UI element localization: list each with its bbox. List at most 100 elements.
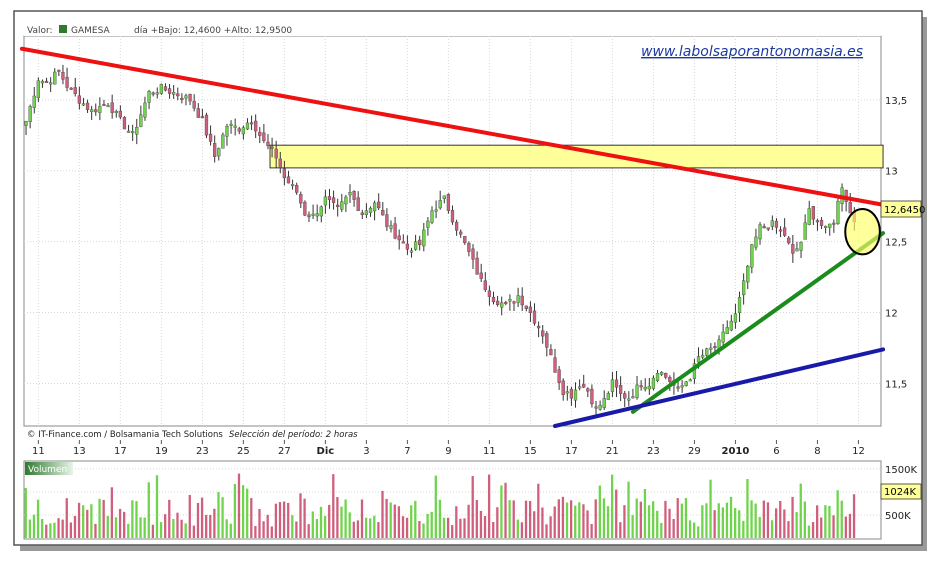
volume-bar bbox=[709, 479, 712, 538]
price-panel: 13,5 13 12,5 12 11,5 12,6450 Valor: GAMESA d… bbox=[19, 22, 925, 440]
volume-tick-label: 500K bbox=[885, 511, 911, 522]
volume-bar bbox=[200, 497, 204, 538]
volume-bar bbox=[451, 525, 454, 538]
header-stats: día +Bajo: 12,4600 +Alto: 12,9500 bbox=[134, 26, 292, 36]
header-valor-label: Valor: bbox=[27, 26, 53, 36]
candle-body bbox=[635, 384, 639, 398]
candle-body bbox=[774, 220, 779, 228]
volume-bar bbox=[590, 523, 593, 538]
volume-bar bbox=[545, 524, 548, 538]
candle-body bbox=[331, 197, 336, 203]
candle-body bbox=[582, 384, 586, 388]
candle-body bbox=[102, 104, 106, 107]
volume-bar bbox=[381, 490, 384, 538]
candle-body bbox=[364, 210, 369, 215]
volume-bar bbox=[73, 515, 77, 538]
volume-bar bbox=[41, 518, 44, 538]
candle-body bbox=[426, 220, 430, 228]
volume-bar bbox=[598, 485, 601, 538]
candle-body bbox=[467, 242, 471, 252]
volume-bar bbox=[483, 516, 487, 538]
candle-body bbox=[828, 223, 832, 228]
volume-bar bbox=[176, 512, 179, 538]
volume-bar bbox=[705, 503, 708, 538]
volume-bar bbox=[291, 515, 294, 538]
volume-bar bbox=[49, 523, 52, 538]
volume-bar bbox=[438, 499, 442, 538]
volume-bar bbox=[721, 507, 724, 538]
candle-body bbox=[422, 229, 426, 247]
candle-body bbox=[213, 143, 217, 157]
candle-body bbox=[450, 210, 455, 223]
candle-body bbox=[221, 134, 225, 149]
candle-body bbox=[381, 210, 385, 216]
volume-bar bbox=[295, 521, 298, 538]
volume-bar bbox=[479, 510, 483, 538]
volume-bar bbox=[69, 522, 73, 538]
volume-bar bbox=[110, 487, 114, 538]
candle-body bbox=[516, 295, 520, 303]
candle-body bbox=[393, 223, 397, 239]
volume-bar bbox=[274, 503, 278, 538]
volume-bar bbox=[811, 522, 815, 538]
candle-body bbox=[696, 356, 701, 363]
candle-body bbox=[24, 120, 28, 126]
candle-body bbox=[770, 220, 774, 227]
candle-body bbox=[639, 385, 643, 388]
candle-body bbox=[32, 95, 36, 108]
candle-body bbox=[643, 386, 647, 390]
volume-bar bbox=[738, 510, 741, 538]
candle-body bbox=[680, 385, 684, 388]
volume-bar bbox=[254, 526, 257, 538]
volume-bar bbox=[692, 522, 696, 538]
candle-body bbox=[131, 131, 135, 134]
volume-bar bbox=[127, 523, 130, 538]
volume-bar bbox=[319, 506, 323, 538]
candle-body bbox=[303, 201, 307, 216]
volume-bar bbox=[553, 506, 556, 538]
candle-body bbox=[688, 379, 692, 382]
volume-bar bbox=[114, 517, 118, 538]
volume-bar bbox=[549, 516, 552, 538]
candle-body bbox=[799, 241, 803, 251]
volume-bar bbox=[594, 499, 597, 538]
volume-bar bbox=[28, 519, 32, 538]
candle-body bbox=[737, 297, 742, 313]
volume-bar bbox=[729, 496, 733, 538]
volume-bar bbox=[192, 525, 196, 538]
date-tick-label: 15 bbox=[524, 446, 537, 457]
volume-bar bbox=[459, 518, 462, 538]
volume-bar bbox=[184, 523, 187, 538]
volume-bar bbox=[233, 483, 237, 538]
volume-bar bbox=[360, 499, 364, 538]
price-tick-label: 12,5 bbox=[885, 238, 907, 249]
volume-bar bbox=[742, 520, 745, 538]
candle-body bbox=[824, 225, 828, 228]
candle-body bbox=[807, 208, 811, 225]
candle-body bbox=[266, 141, 270, 147]
volume-bar bbox=[660, 522, 663, 538]
candle-body bbox=[647, 385, 651, 390]
candle-body bbox=[135, 127, 139, 135]
volume-bar bbox=[393, 504, 396, 538]
candle-body bbox=[528, 306, 533, 313]
candle-body bbox=[340, 201, 344, 210]
volume-bar bbox=[746, 479, 749, 538]
volume-bar bbox=[213, 508, 216, 538]
volume-bar bbox=[135, 501, 138, 538]
candle-body bbox=[471, 248, 475, 260]
volume-bar bbox=[762, 500, 765, 538]
volume-bar bbox=[799, 483, 802, 538]
candle-body bbox=[167, 88, 172, 94]
volume-bar bbox=[668, 508, 671, 538]
candle-body bbox=[237, 128, 241, 132]
last-price-label: 12,6450 bbox=[884, 205, 925, 216]
volume-bar bbox=[311, 511, 314, 538]
volume-bar bbox=[53, 522, 56, 538]
volume-bar bbox=[364, 517, 368, 538]
watermark-link[interactable]: www.labolsaporantonomasia.es bbox=[641, 44, 863, 60]
candle-body bbox=[815, 220, 820, 223]
volume-bar bbox=[791, 496, 794, 538]
candle-body bbox=[569, 388, 574, 399]
date-tick-label: 25 bbox=[237, 446, 250, 457]
